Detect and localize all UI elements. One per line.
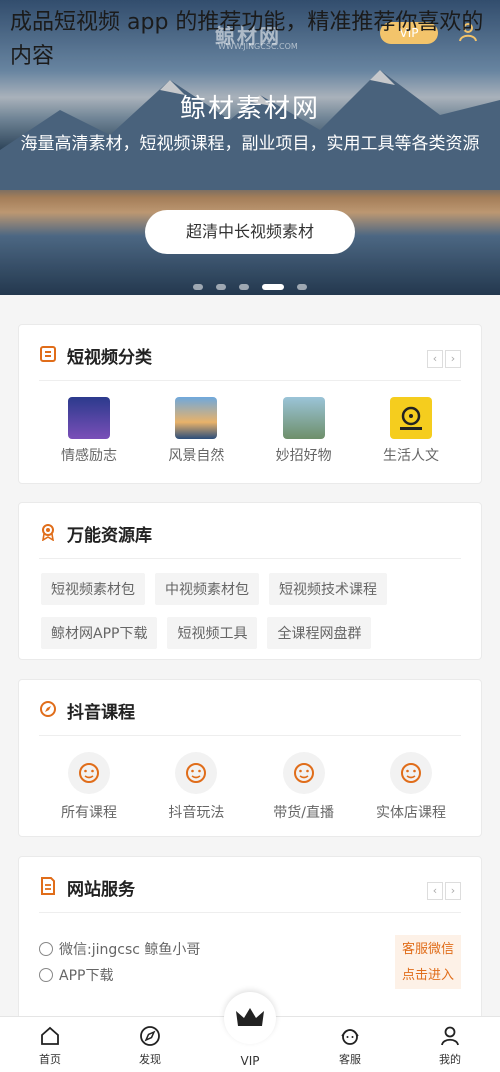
category-label: 风景自然 [168,448,225,464]
course-label: 实体店课程 [375,805,446,821]
home-icon [41,1026,59,1045]
service-line-app[interactable]: APP下载 [39,965,113,985]
banner-cta-button[interactable]: 超清中长视频素材 [145,210,355,254]
service-line-text: APP下载 [59,968,114,984]
tag-item[interactable]: 全课程网盘群 [267,617,372,649]
nav-label: 客服 [339,1053,361,1066]
course-icon [389,752,432,794]
course-grid: 所有课程 抖音玩法 带货/直播 实体店课程 [39,752,461,822]
course-label: 所有课程 [61,805,117,821]
contact-line-2: 点击进入 [401,968,454,983]
service-title: 网站服务 [67,880,135,900]
banner-title: 鲸材素材网 [179,94,320,124]
clock-icon [39,942,53,956]
course-icon [282,752,325,794]
course-label: 带货/直播 [273,805,335,821]
contact-line-1: 客服微信 [401,942,454,957]
contact-service-button[interactable]: 客服微信 点击进入 [395,935,461,989]
landscape-thumb [175,397,218,439]
smile-icon [79,763,99,783]
carousel-dot[interactable] [192,284,203,290]
course-icon [175,752,218,794]
user-icon [441,1026,459,1046]
clock-icon [39,968,53,982]
category-label: 情感励志 [61,448,117,464]
course-item[interactable]: 抖音玩法 [146,752,246,822]
document-icon [41,877,55,895]
tag-list: 短视频素材包 中视频素材包 短视频技术课程 鲸材网APP下载 短视频工具 全课程网盘群 [41,573,461,661]
smile-icon [293,763,314,783]
course-card: 抖音课程 所有课程 抖音玩法 带货/直播 实体店课程 [18,679,482,837]
list-icon [40,346,56,362]
course-item[interactable]: 所有课程 [39,752,139,822]
life-thumb [389,397,432,439]
service-card-header: 网站服务 ‹ › [39,875,461,913]
tips-thumb [282,397,325,439]
carousel-dot[interactable] [239,284,249,290]
category-card-header: 短视频分类 ‹ › [39,343,461,381]
compass-icon [140,1026,160,1046]
carousel-dot[interactable] [215,284,226,290]
library-card-header: 万能资源库 [39,521,461,559]
film-reel-icon [399,406,422,430]
category-item-life[interactable]: 生活人文 [361,397,461,465]
course-card-header: 抖音课程 [39,698,461,736]
prev-button[interactable]: ‹ [427,350,443,368]
nav-discover[interactable]: 发现 [100,1017,200,1072]
service-line-text: 微信:jingcsc 鲸鱼小哥 [59,942,201,958]
category-grid: 情感励志 风景自然 妙招好物 生活人文 [39,397,461,465]
category-card: 短视频分类 ‹ › 情感励志 风景自然 妙招好物 生活人文 [18,324,482,484]
prev-button[interactable]: ‹ [427,882,443,900]
nav-vip[interactable] [224,992,276,1044]
badge-icon [42,524,54,541]
course-item[interactable]: 带货/直播 [254,752,354,822]
category-item-tips[interactable]: 妙招好物 [254,397,354,465]
service-line-wechat[interactable]: 微信:jingcsc 鲸鱼小哥 [39,939,200,959]
next-button[interactable]: › [445,350,461,368]
course-label: 抖音玩法 [168,805,225,821]
nav-label: 发现 [139,1053,161,1066]
category-item-emotion[interactable]: 情感励志 [39,397,139,465]
category-item-landscape[interactable]: 风景自然 [146,397,246,465]
library-card: 万能资源库 短视频素材包 中视频素材包 短视频技术课程 鲸材网APP下载 短视频工具全… [18,502,482,660]
banner-subtitle: 海量高清素材，短视频课程，副业项目，实用工具等各类资源 [20,134,480,154]
tag-item[interactable]: 中视频素材包 [155,573,259,605]
service-pager: ‹ › [425,879,461,900]
category-label: 生活人文 [382,448,439,464]
next-button[interactable]: › [445,882,461,900]
carousel-dot[interactable] [297,284,308,290]
tag-item[interactable]: 短视频技术课程 [269,573,387,605]
category-title: 短视频分类 [67,348,152,368]
category-pager: ‹ › [425,347,461,368]
course-icon [68,752,110,794]
emotion-thumb [68,397,110,439]
tag-item[interactable]: 短视频工具 [167,617,258,649]
course-item[interactable]: 实体店课程 [361,752,461,822]
service-icon [341,1029,359,1045]
carousel-dots[interactable] [0,275,500,294]
smile-icon [400,763,421,783]
course-title: 抖音课程 [67,703,135,723]
smile-icon [186,763,207,783]
nav-label: 我的 [439,1053,461,1066]
nav-label: 首页 [39,1053,61,1066]
compass-icon [40,701,56,717]
nav-home[interactable]: 首页 [0,1017,100,1072]
carousel-dot-active[interactable] [262,284,285,290]
crown-icon [236,1008,264,1026]
nav-service[interactable]: 客服 [300,1017,400,1072]
library-title: 万能资源库 [67,526,152,546]
nav-mine[interactable]: 我的 [400,1017,500,1072]
category-label: 妙招好物 [275,448,332,464]
tag-item[interactable]: 短视频素材包 [41,573,145,605]
page-caption: 成品短视频 app 的推荐功能，精准推荐你喜欢的内容 [10,10,484,69]
tag-item[interactable]: 鲸材网APP下载 [41,617,158,649]
